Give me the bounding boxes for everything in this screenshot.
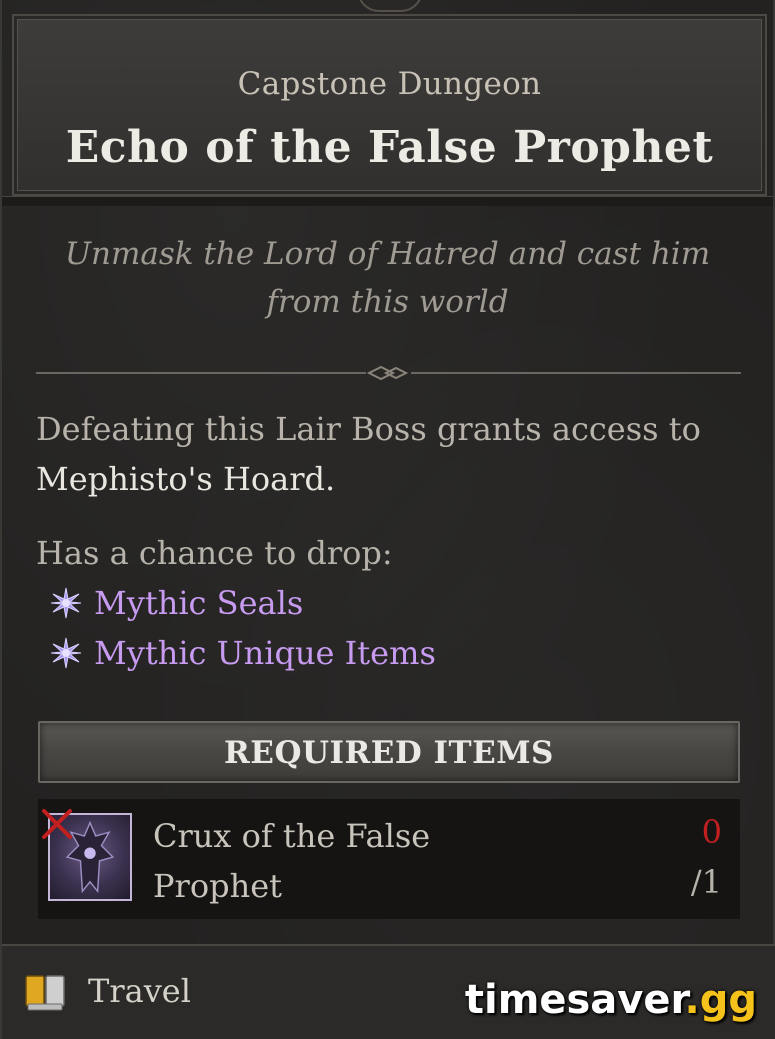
tooltip-footer: Travel timesaver.gg xyxy=(2,944,775,1039)
required-items-label: REQUIRED ITEMS xyxy=(224,735,554,771)
watermark: timesaver.gg xyxy=(465,976,757,1024)
drop-item-mythic-unique-items: Mythic Unique Items xyxy=(50,628,436,678)
top-ornament xyxy=(357,0,423,12)
travel-button[interactable]: Travel xyxy=(88,970,191,1012)
flavor-line-2: from this world xyxy=(266,284,509,320)
header-divider xyxy=(2,196,773,206)
mythic-star-icon xyxy=(50,587,82,619)
flavor-line-1: Unmask the Lord of Hatred and cast him xyxy=(64,236,711,272)
drop-item-label: Mythic Seals xyxy=(94,584,304,622)
description-text: Defeating this Lair Boss grants access t… xyxy=(36,410,701,448)
dungeon-title: Echo of the False Prophet xyxy=(65,122,714,173)
description-highlight: Mephisto's Hoard. xyxy=(36,460,336,498)
required-item-name-line-1: Crux of the False xyxy=(153,817,431,855)
red-x-icon xyxy=(42,809,72,839)
required-item-have-count: 0 xyxy=(701,813,722,851)
tooltip-header: Capstone Dungeon Echo of the False Proph… xyxy=(12,14,767,196)
drop-item-label: Mythic Unique Items xyxy=(94,634,436,672)
required-item-need-count: /1 xyxy=(690,863,722,901)
required-item-name: Crux of the False Prophet xyxy=(153,811,573,911)
watermark-text: timesaver xyxy=(464,977,685,1023)
mythic-star-icon xyxy=(50,637,82,669)
drop-item-mythic-seals: Mythic Seals xyxy=(50,578,303,628)
required-item-name-line-2: Prophet xyxy=(153,867,282,905)
flavor-text: Unmask the Lord of Hatred and cast him f… xyxy=(32,230,743,326)
dungeon-tooltip: Capstone Dungeon Echo of the False Proph… xyxy=(0,0,775,1039)
required-item-row[interactable]: Crux of the False Prophet 0 /1 xyxy=(38,799,740,919)
required-items-header: REQUIRED ITEMS xyxy=(38,721,740,783)
ornament-divider xyxy=(36,365,741,381)
map-book-icon[interactable] xyxy=(24,972,66,1012)
drop-label: Has a chance to drop: xyxy=(36,534,393,572)
watermark-tld: .gg xyxy=(684,977,757,1023)
description: Defeating this Lair Boss grants access t… xyxy=(36,404,746,504)
dungeon-type: Capstone Dungeon xyxy=(237,66,542,102)
